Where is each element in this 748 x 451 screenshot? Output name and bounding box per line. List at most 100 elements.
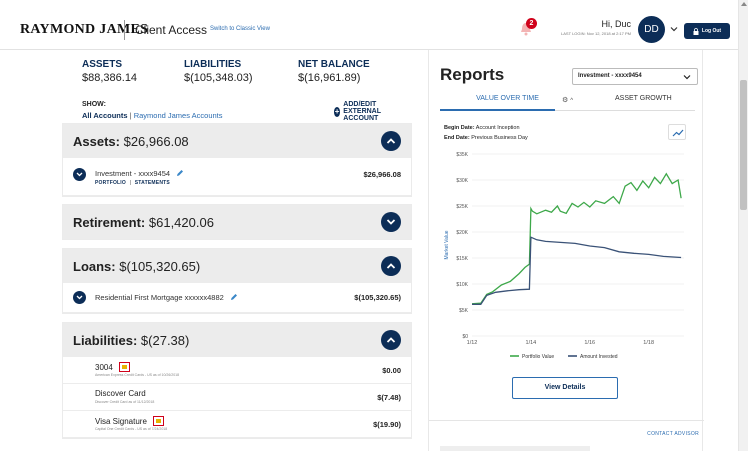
top-header: RAYMOND JAMES Client Access Switch to Cl… (0, 0, 738, 50)
begin-date-label: Begin Date: (444, 125, 475, 131)
x-tick-label: 1/16 (584, 340, 595, 346)
account-row-investment[interactable]: Investment - xxxx9454 PORTFOLIO | STATEM… (63, 158, 411, 196)
liabilities-summary-value: $(105,348.03) (184, 72, 253, 84)
user-menu-chevron-down-icon[interactable] (670, 25, 678, 33)
investment-account-name: Investment - xxxx9454 (95, 169, 171, 178)
x-tick-label: 1/12 (467, 340, 478, 346)
chevron-up-icon (386, 337, 396, 343)
liability-row-visa[interactable]: Visa Signature Capital One Credit Cards … (63, 411, 411, 438)
mortgage-name: Residential First Mortgage xxxxxx4882 (95, 293, 224, 302)
liabilities-total: $(27.38) (140, 333, 190, 348)
y-tick-label: $25K (456, 204, 468, 210)
portfolio-link[interactable]: PORTFOLIO (95, 180, 126, 186)
liability-3004-amount: $0.00 (382, 366, 401, 375)
edit-pencil-icon[interactable] (176, 169, 184, 177)
y-tick-label: $15K (456, 256, 468, 262)
view-details-button[interactable]: View Details (512, 377, 618, 399)
notification-count-badge[interactable]: 2 (526, 18, 537, 29)
liability-name: 3004 (95, 362, 131, 372)
alert-warning-icon[interactable] (153, 416, 165, 426)
assets-section-header[interactable]: Assets: $26,966.08 (63, 124, 411, 158)
x-tick-label: 1/18 (643, 340, 654, 346)
liability-visa-subtitle: Capital One Credit Cards - US as of 7/24… (95, 427, 168, 431)
chart-type-toggle-button[interactable] (668, 124, 686, 140)
assets-section: Assets: $26,966.08 Investment - xxxx9454… (62, 123, 412, 197)
scroll-up-arrow-icon[interactable] (741, 2, 747, 6)
user-avatar[interactable]: DD (638, 16, 665, 43)
series-line-amount-invested (472, 236, 682, 305)
mortgage-expand-button[interactable] (73, 291, 86, 304)
liabilities-section-header[interactable]: Liabilities: $(27.38) (63, 323, 411, 357)
panel-divider (429, 420, 704, 421)
contact-advisor-link[interactable]: CONTACT ADVISOR (647, 431, 699, 437)
net-balance-value: $(16,961.89) (298, 72, 361, 84)
net-balance-label: NET BALANCE (298, 59, 370, 70)
chart-settings-control[interactable]: ⚙ ^ (562, 96, 573, 104)
end-date-value: Previous Business Day (471, 135, 528, 141)
report-tabs: VALUE OVER TIME ⚙ ^ ASSET GROWTH (440, 95, 695, 111)
loans-section-title: Loans: $(105,320.65) (73, 259, 200, 274)
net-balance-summary: NET BALANCE $(16,961.89) (298, 59, 370, 84)
reports-title: Reports (440, 65, 505, 84)
statements-link[interactable]: STATEMENTS (135, 180, 170, 186)
edit-pencil-icon[interactable] (230, 293, 238, 301)
liability-discover-name: Discover Card (95, 389, 146, 398)
y-axis-label: Market Value (444, 230, 450, 259)
loans-collapse-button[interactable] (381, 256, 401, 276)
liability-3004-name: 3004 (95, 363, 113, 372)
raymond-james-logo[interactable]: RAYMOND JAMES (20, 22, 148, 38)
plus-circle-icon: + (334, 106, 341, 117)
logout-label: Log Out (701, 28, 722, 34)
filter-rj-accounts[interactable]: Raymond James Accounts (134, 111, 223, 120)
account-expand-button[interactable] (73, 168, 86, 181)
add-external-account-button[interactable]: + ADD/EDIT EXTERNAL ACCOUNT (334, 101, 412, 122)
alert-warning-icon[interactable] (119, 362, 131, 372)
report-account-select[interactable]: Investment - xxxx9454 (572, 68, 698, 85)
lock-icon (693, 27, 699, 35)
retirement-section: Retirement: $61,420.06 (62, 204, 412, 240)
links-separator: | (129, 180, 132, 186)
report-account-selected: Investment - xxxx9454 (578, 73, 642, 79)
tab-asset-growth[interactable]: ASSET GROWTH (615, 95, 672, 102)
end-date: End Date: Previous Business Day (444, 135, 528, 141)
mortgage-amount: $(105,320.65) (354, 293, 401, 302)
legend-label: Amount Invested (580, 354, 618, 360)
liability-row-3004[interactable]: 3004 American Express Credit Cards - US … (63, 357, 411, 384)
begin-date-value: Account Inception (475, 125, 520, 131)
scroll-thumb[interactable] (740, 80, 747, 210)
next-section-heading (440, 446, 590, 451)
logout-button[interactable]: Log Out (684, 23, 730, 39)
assets-collapse-button[interactable] (381, 131, 401, 151)
switch-classic-view-link[interactable]: Switch to Classic View (210, 26, 270, 32)
accounts-panel: ASSETS $88,386.14 LIABILITIES $(105,348.… (62, 50, 412, 451)
chevron-down-icon (386, 219, 396, 225)
gear-icon[interactable]: ⚙ (562, 97, 568, 104)
loans-total: $(105,320.65) (119, 259, 201, 274)
liabilities-collapse-button[interactable] (381, 330, 401, 350)
reports-panel: Reports Investment - xxxx9454 VALUE OVER… (428, 50, 704, 451)
tab-value-over-time[interactable]: VALUE OVER TIME (440, 95, 555, 111)
filter-all-accounts[interactable]: All Accounts (82, 111, 128, 120)
retirement-section-header[interactable]: Retirement: $61,420.06 (63, 205, 411, 239)
liabilities-summary-label: LIABILITIES (184, 59, 242, 70)
y-tick-label: $10K (456, 282, 468, 288)
page-scrollbar[interactable] (738, 0, 748, 451)
y-tick-label: $20K (456, 230, 468, 236)
assets-title-label: Assets: (73, 134, 120, 149)
caret-up-icon[interactable]: ^ (570, 98, 573, 104)
retirement-expand-button[interactable] (381, 212, 401, 232)
liability-visa-name: Visa Signature (95, 417, 147, 426)
account-row-mortgage[interactable]: Residential First Mortgage xxxxxx4882 $(… (63, 283, 411, 313)
liability-row-discover[interactable]: Discover Card Discover Credit Card as of… (63, 384, 411, 411)
chevron-up-icon (386, 138, 396, 144)
account-name: Investment - xxxx9454 (95, 169, 184, 178)
trend-line-icon (672, 129, 684, 137)
retirement-total: $61,420.06 (148, 215, 214, 230)
chevron-down-icon (683, 75, 691, 80)
client-access-title: Client Access (135, 23, 208, 37)
add-external-account-label: ADD/EDIT EXTERNAL ACCOUNT (343, 101, 381, 122)
loans-section-header[interactable]: Loans: $(105,320.65) (63, 249, 411, 283)
liabilities-title-label: Liabilities: (73, 333, 138, 348)
liabilities-section: Liabilities: $(27.38) 3004 American Expr… (62, 322, 412, 439)
legend-label: Portfolio Value (522, 354, 554, 360)
